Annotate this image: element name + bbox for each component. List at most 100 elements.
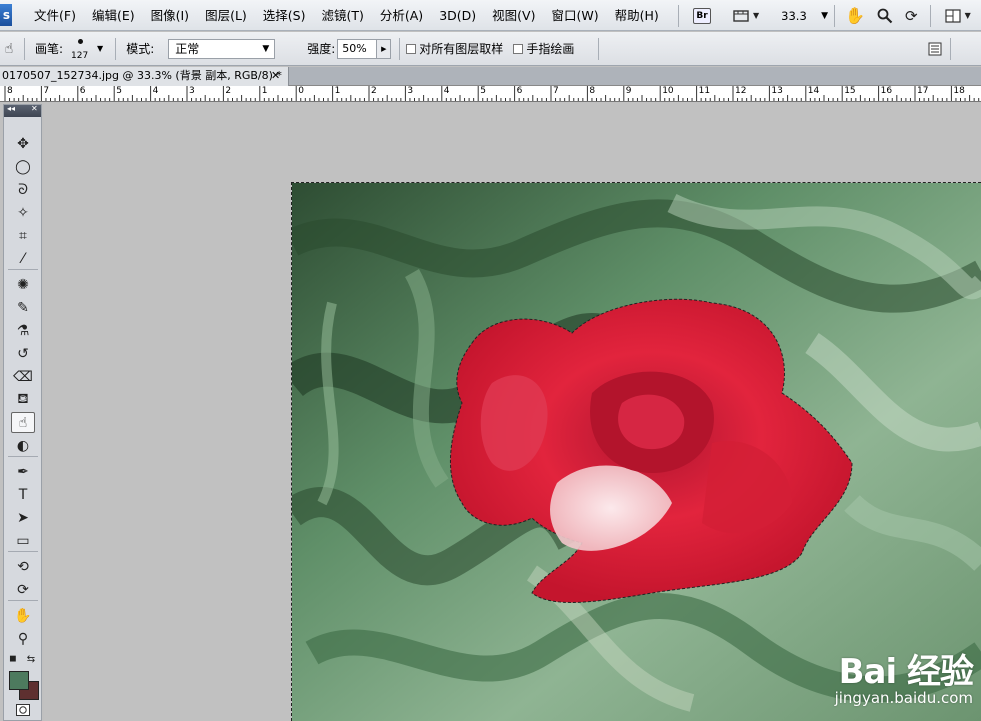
- menu-help[interactable]: 帮助(H): [607, 0, 667, 31]
- strength-input[interactable]: 50%: [337, 38, 378, 59]
- document-tab[interactable]: 0170507_152734.jpg @ 33.3% (背景 副本, RGB/8…: [0, 67, 289, 86]
- move-tool[interactable]: ✥: [11, 133, 35, 154]
- brush-size: 127: [71, 50, 89, 61]
- elliptical-marquee-tool[interactable]: ◯: [11, 156, 35, 177]
- zoom-level[interactable]: 33.3: [781, 9, 817, 23]
- zoom-icon[interactable]: [877, 6, 893, 26]
- tool-preset-picker[interactable]: ☝: [0, 39, 18, 59]
- history-brush-tool[interactable]: ↺: [11, 343, 35, 364]
- quick-mask-icon: [16, 704, 30, 716]
- brush-tool[interactable]: ✎: [11, 297, 35, 318]
- lasso-tool[interactable]: ᘐ: [11, 179, 35, 200]
- bridge-button[interactable]: Br: [693, 7, 711, 24]
- ruler-label: 5: [480, 86, 486, 96]
- toolbox-header[interactable]: ◂◂ ✕: [4, 104, 41, 117]
- watermark-logo: Bai 经验: [838, 652, 974, 692]
- panel-toggle-button[interactable]: [928, 39, 942, 59]
- divider: [399, 37, 401, 60]
- tool-options-bar: ☝ 画笔: 127 ▼ 模式: 正常 ▼ 强度: 50% ▶ 对所有图层取样 手…: [0, 32, 981, 66]
- ruler-label: 5: [116, 86, 122, 96]
- collapse-icon[interactable]: ◂◂: [7, 104, 15, 113]
- hand-tool[interactable]: ✋: [11, 605, 35, 626]
- swap-colors-icon[interactable]: ⇆: [24, 652, 38, 666]
- brush-picker[interactable]: 127: [69, 35, 93, 63]
- photoshop-logo[interactable]: s: [0, 4, 12, 26]
- menu-3d[interactable]: 3D(D): [431, 0, 484, 31]
- default-colors-icon[interactable]: ◼: [6, 652, 20, 666]
- divider: [834, 4, 836, 27]
- magic-wand-tool[interactable]: ✧: [11, 202, 35, 223]
- paint-bucket-tool[interactable]: ⛾: [11, 389, 35, 410]
- checkbox-box: [406, 43, 417, 54]
- type-tool[interactable]: T: [11, 484, 35, 505]
- toolbox-divider: [8, 456, 38, 457]
- path-selection-tool[interactable]: ➤: [11, 507, 35, 528]
- clone-stamp-tool[interactable]: ⚗: [11, 320, 35, 341]
- 3d-orbit-tool[interactable]: ⟳: [11, 579, 35, 600]
- film-strip-icon: [733, 9, 749, 22]
- document-canvas[interactable]: Bai 经验 jingyan.baidu.com: [291, 182, 981, 721]
- close-icon[interactable]: ✕: [31, 104, 38, 113]
- ruler-label: 1: [334, 86, 341, 96]
- menu-file[interactable]: 文件(F): [26, 0, 84, 31]
- layout-icon: [944, 8, 961, 23]
- rectangle-tool[interactable]: ▭: [11, 530, 35, 551]
- view-extras-button[interactable]: ▼: [733, 6, 759, 26]
- menu-window[interactable]: 窗口(W): [543, 0, 606, 31]
- ruler-label: 6: [79, 86, 86, 96]
- 3d-rotate-tool[interactable]: ⟲: [11, 556, 35, 577]
- brush-dropdown-icon[interactable]: ▼: [97, 44, 103, 53]
- ruler-label: 14: [807, 86, 820, 96]
- zoom-tool[interactable]: ⚲: [11, 628, 35, 649]
- photoshop-window: s 文件(F) 编辑(E) 图像(I) 图层(L) 选择(S) 滤镜(T) 分析…: [0, 0, 981, 721]
- checkbox-box: [513, 43, 524, 54]
- foreground-color-swatch[interactable]: [9, 671, 29, 690]
- brush-label: 画笔:: [35, 42, 64, 56]
- hand-icon[interactable]: ✋: [845, 6, 865, 26]
- application-bar: Br ▼ 33.3 ▼ ✋ ⟳ ▼: [672, 0, 971, 31]
- dodge-tool[interactable]: ◐: [11, 435, 35, 456]
- toolbox-divider: [8, 600, 38, 601]
- ruler-label: 7: [553, 86, 559, 96]
- document-title: 0170507_152734.jpg @ 33.3% (背景 副本, RGB/8…: [2, 69, 282, 82]
- ruler-label: 8: [7, 86, 13, 96]
- menu-analysis[interactable]: 分析(A): [372, 0, 431, 31]
- smudge-tool[interactable]: ☝: [11, 412, 35, 433]
- chevron-down-icon: ▼: [262, 43, 270, 54]
- spot-healing-tool[interactable]: ✺: [11, 274, 35, 295]
- menu-view[interactable]: 视图(V): [484, 0, 543, 31]
- finger-painting-label: 手指绘画: [526, 42, 575, 56]
- eyedropper-tool[interactable]: ⁄: [11, 248, 35, 269]
- pen-tool[interactable]: ✒: [11, 461, 35, 482]
- menu-filter[interactable]: 滤镜(T): [313, 0, 371, 31]
- horizontal-ruler[interactable]: 8 7 6 5 4 3 2 1 0 1 2 3 4 5 6 7 8 9 10 11 12 13 14 15 16 17 18: [0, 86, 981, 102]
- ruler-label: 10: [662, 86, 674, 96]
- strength-slider-button[interactable]: ▶: [377, 38, 392, 59]
- sample-all-layers-checkbox[interactable]: 对所有图层取样: [406, 40, 503, 57]
- ruler-label: 15: [844, 86, 856, 96]
- zoom-dropdown-icon[interactable]: ▼: [821, 11, 828, 21]
- ruler-label: 12: [735, 86, 747, 96]
- chevron-down-icon: ▼: [753, 11, 760, 20]
- ruler-label: 0: [298, 86, 304, 96]
- ruler-label: 8: [589, 86, 596, 96]
- mode-select[interactable]: 正常 ▼: [168, 38, 276, 59]
- divider: [678, 4, 679, 27]
- close-icon[interactable]: ✕: [271, 67, 280, 85]
- arrange-documents-button[interactable]: ▼: [944, 6, 971, 26]
- panel-icon: [928, 42, 942, 56]
- divider: [24, 37, 25, 60]
- rotate-view-icon[interactable]: ⟳: [905, 6, 918, 26]
- menu-layer[interactable]: 图层(L): [197, 0, 255, 31]
- menu-image[interactable]: 图像(I): [143, 0, 197, 31]
- toolbox-divider: [8, 269, 38, 270]
- menu-edit[interactable]: 编辑(E): [84, 0, 143, 31]
- quick-mask-button[interactable]: [11, 702, 35, 718]
- crop-tool[interactable]: ⌗: [11, 225, 35, 246]
- ruler-label: 9: [625, 86, 632, 96]
- eraser-tool[interactable]: ⌫: [11, 366, 35, 387]
- finger-painting-checkbox[interactable]: 手指绘画: [513, 40, 574, 57]
- ruler-label: 2: [371, 86, 377, 96]
- menu-select[interactable]: 选择(S): [255, 0, 314, 31]
- document-tab-bar: 0170507_152734.jpg @ 33.3% (背景 副本, RGB/8…: [0, 67, 981, 86]
